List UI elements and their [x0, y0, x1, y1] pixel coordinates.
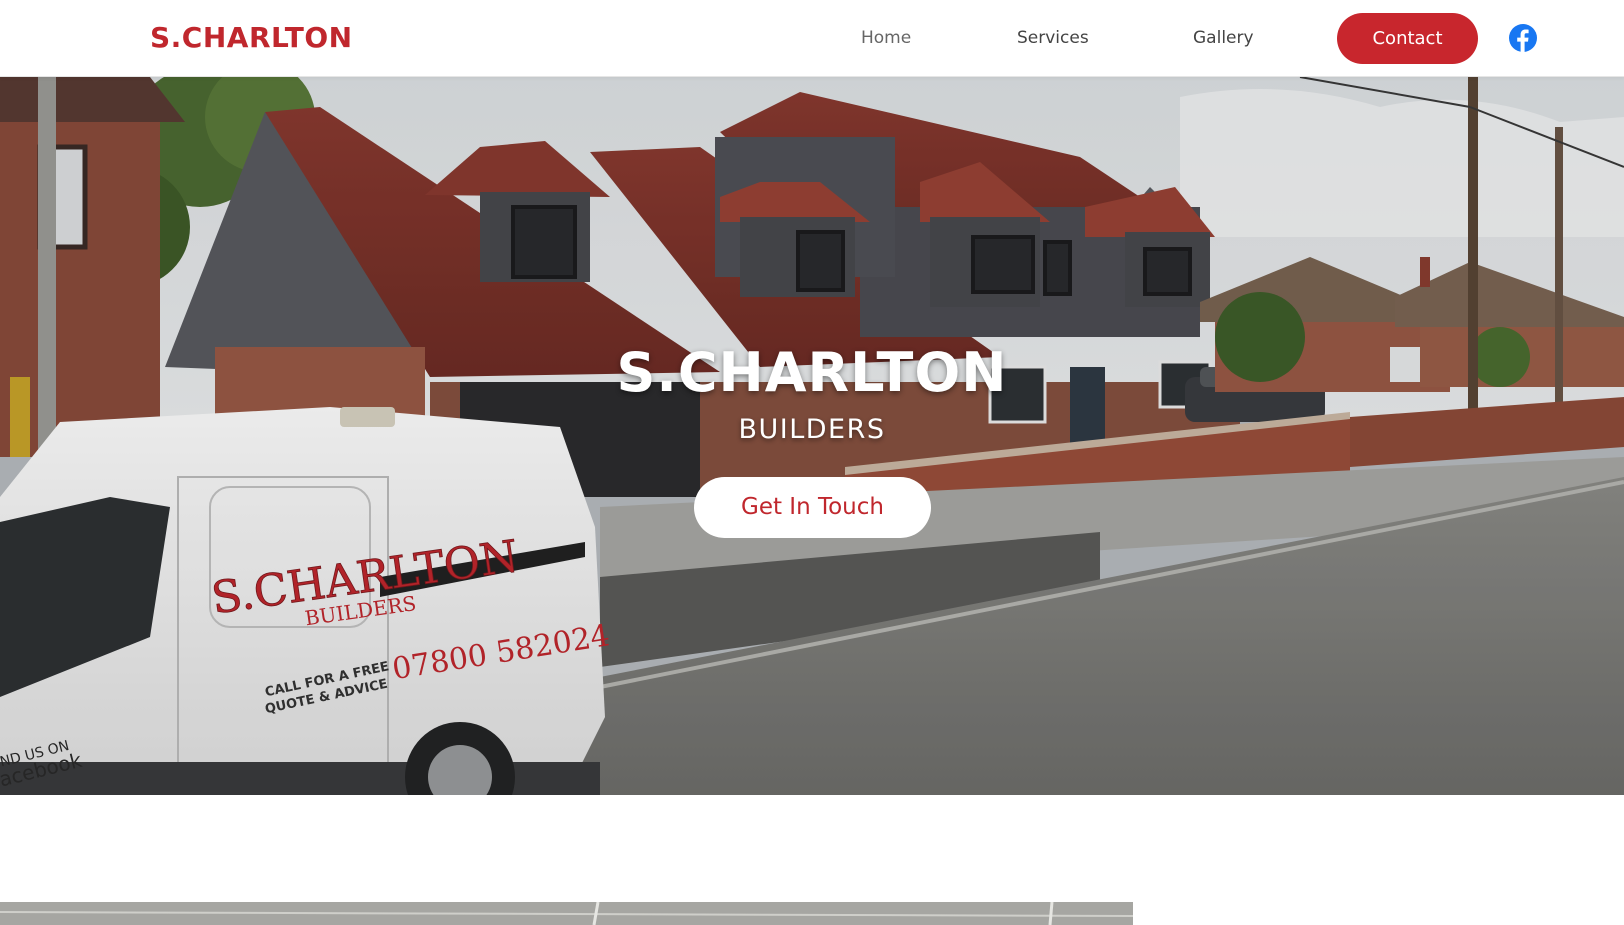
hero-section: S.CHARLTON BUILDERS 07800 582024 CALL FO…	[0, 77, 1624, 795]
nav-gallery[interactable]: Gallery	[1193, 27, 1254, 49]
nav-home[interactable]: Home	[861, 27, 911, 49]
contact-button[interactable]: Contact	[1337, 13, 1478, 64]
next-section-photo	[0, 902, 1133, 925]
facebook-link[interactable]	[1508, 23, 1538, 53]
site-header: S.CHARLTON Home Services Gallery Contact	[0, 0, 1624, 77]
facebook-icon	[1509, 24, 1537, 52]
hero-title: S.CHARLTON	[616, 341, 1008, 404]
nav-services[interactable]: Services	[1017, 27, 1089, 49]
site-logo[interactable]: S.CHARLTON	[150, 20, 353, 56]
get-in-touch-button[interactable]: Get In Touch	[694, 477, 931, 538]
hero-subtitle: BUILDERS	[738, 414, 886, 445]
next-section-image	[0, 902, 1133, 925]
